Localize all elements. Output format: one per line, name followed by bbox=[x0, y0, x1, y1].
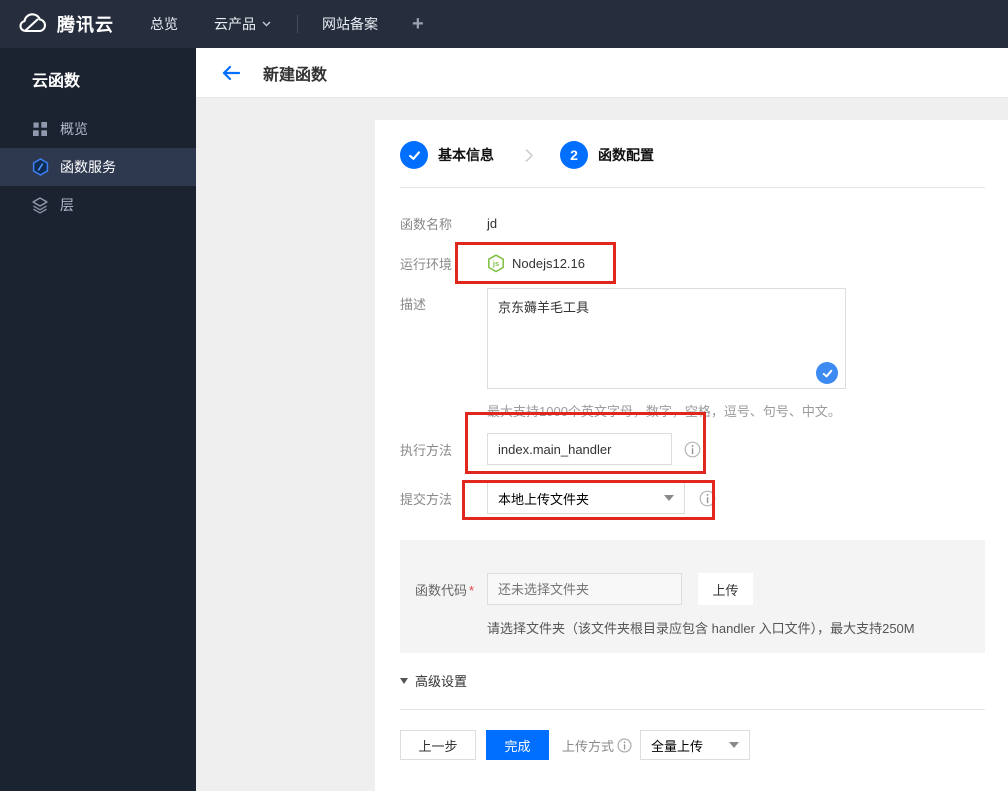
function-name-value: jd bbox=[487, 215, 498, 231]
description-label: 描述 bbox=[400, 297, 427, 312]
sidebar-item-label: 函数服务 bbox=[60, 159, 116, 175]
step2-number-circle: 2 bbox=[560, 141, 588, 169]
section-divider bbox=[400, 709, 985, 710]
advanced-settings-toggle[interactable]: 高级设置 bbox=[400, 673, 985, 689]
sidebar-item-overview[interactable]: 概览 bbox=[0, 110, 196, 148]
wizard-card: 基本信息 2 函数配置 函数名称 jd 运行环境 js Nodejs12.16 bbox=[375, 120, 1008, 791]
sidebar-item-function-service[interactable]: 函数服务 bbox=[0, 148, 196, 186]
sidebar-product-title: 云函数 bbox=[32, 73, 81, 90]
sidebar: 云函数 概览 函数服务 层 bbox=[0, 48, 196, 791]
page-header: 新建函数 bbox=[196, 48, 1008, 98]
runtime-label: 运行环境 bbox=[400, 256, 453, 272]
info-icon[interactable] bbox=[684, 441, 701, 458]
info-icon[interactable] bbox=[699, 490, 716, 507]
arrow-left-icon bbox=[221, 65, 241, 81]
upload-mode-label: 上传方式 bbox=[562, 736, 632, 755]
upload-mode-value: 全量上传 bbox=[651, 738, 704, 754]
sidebar-item-label: 层 bbox=[60, 197, 74, 213]
handler-input[interactable] bbox=[487, 433, 672, 465]
function-code-label: 函数代码 * bbox=[415, 582, 475, 598]
nodejs-icon: js bbox=[487, 253, 505, 273]
nav-item-icp[interactable]: 网站备案 bbox=[322, 14, 378, 34]
submit-method-value: 本地上传文件夹 bbox=[498, 491, 590, 507]
page-title: 新建函数 bbox=[263, 66, 328, 84]
caret-down-icon bbox=[664, 495, 674, 501]
upload-mode-select[interactable]: 全量上传 bbox=[640, 730, 751, 760]
function-code-panel: 函数代码* 上传 请选择文件夹（该文件夹根目录应包含 handler 入口文件）… bbox=[400, 540, 985, 653]
function-name-label: 函数名称 bbox=[400, 216, 453, 232]
top-navbar: 腾讯云 总览 云产品 网站备案 + bbox=[0, 0, 1008, 48]
description-textarea[interactable]: 京东薅羊毛工具 bbox=[487, 288, 846, 389]
info-icon[interactable] bbox=[617, 737, 632, 753]
advanced-settings-label: 高级设置 bbox=[415, 674, 468, 689]
step1-done-circle bbox=[400, 141, 428, 169]
caret-down-icon bbox=[729, 742, 740, 748]
brand-name: 腾讯云 bbox=[57, 15, 114, 35]
folder-path-input bbox=[487, 573, 682, 605]
triangle-down-icon bbox=[400, 677, 408, 684]
sidebar-item-layers[interactable]: 层 bbox=[0, 186, 196, 224]
finish-button[interactable]: 完成 bbox=[486, 730, 549, 760]
submit-method-label: 提交方法 bbox=[400, 491, 453, 507]
chevron-down-icon bbox=[262, 21, 271, 27]
nav-divider bbox=[297, 15, 298, 33]
step-chevron-icon bbox=[524, 147, 534, 164]
wizard-footer: 上一步 完成 上传方式 全量上传 bbox=[400, 730, 985, 760]
step1-label: 基本信息 bbox=[438, 147, 494, 163]
step2-label: 函数配置 bbox=[598, 147, 654, 163]
sidebar-item-label: 概览 bbox=[60, 121, 88, 137]
check-icon bbox=[408, 150, 420, 160]
back-button[interactable] bbox=[221, 65, 241, 81]
step-indicator: 基本信息 2 函数配置 bbox=[400, 120, 985, 169]
handler-label: 执行方法 bbox=[400, 442, 453, 458]
required-asterisk: * bbox=[469, 582, 475, 598]
description-hint: 最大支持1000个英文字母，数字，空格，逗号、句号、中文。 bbox=[487, 404, 841, 419]
function-hexagon-icon bbox=[32, 158, 49, 176]
validation-check-icon bbox=[816, 362, 838, 384]
function-code-hint: 请选择文件夹（该文件夹根目录应包含 handler 入口文件），最大支持250M bbox=[487, 621, 915, 636]
svg-text:js: js bbox=[492, 259, 499, 268]
tencent-cloud-logo[interactable]: 腾讯云 bbox=[16, 11, 114, 37]
cloud-logo-icon bbox=[16, 12, 48, 36]
runtime-value: js Nodejs12.16 bbox=[487, 253, 585, 273]
nav-item-overview[interactable]: 总览 bbox=[150, 14, 178, 34]
grid-icon bbox=[32, 121, 49, 138]
nav-add-tab-button[interactable]: + bbox=[412, 13, 424, 36]
layers-icon bbox=[32, 196, 49, 214]
nav-item-cloud-products[interactable]: 云产品 bbox=[214, 14, 271, 34]
submit-method-select[interactable]: 本地上传文件夹 bbox=[487, 482, 685, 514]
section-divider bbox=[400, 187, 985, 188]
upload-button[interactable]: 上传 bbox=[698, 573, 753, 605]
previous-step-button[interactable]: 上一步 bbox=[400, 730, 476, 760]
